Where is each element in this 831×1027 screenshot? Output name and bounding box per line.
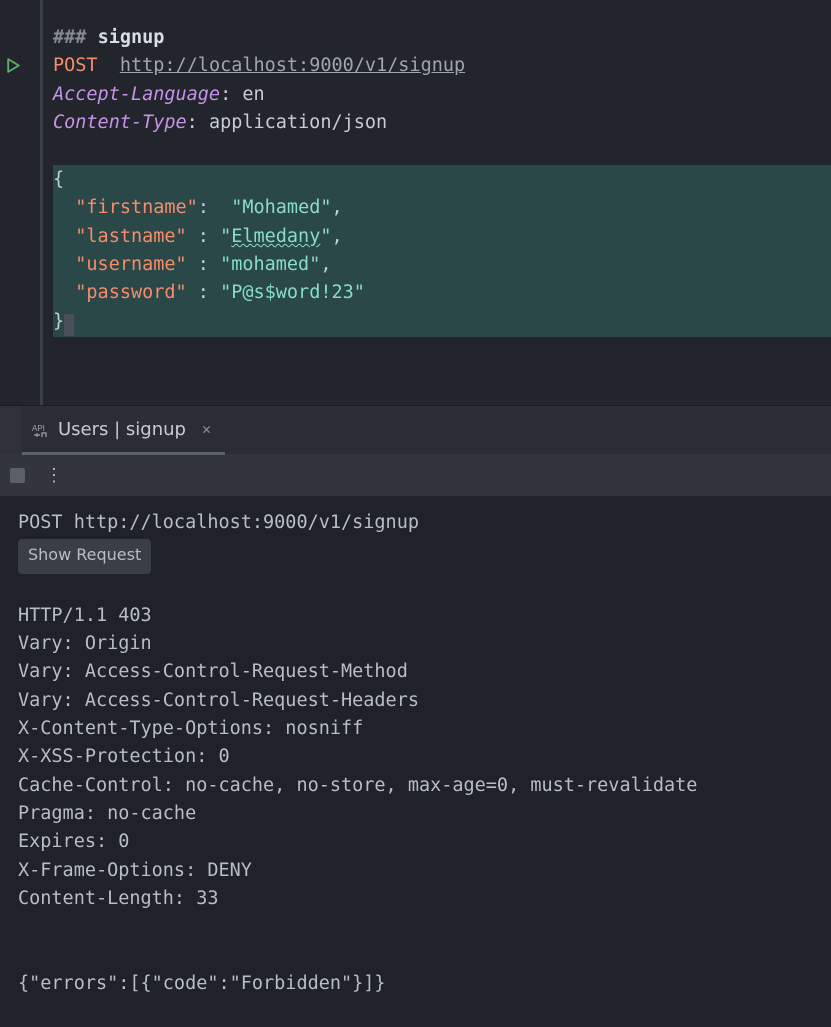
http-editor-pane: ### signup POST http://localhost:9000/v1…: [0, 0, 831, 405]
svg-text:API: API: [32, 424, 45, 433]
editor-gutter: [0, 0, 40, 405]
json-key: "password": [75, 282, 186, 303]
json-key: "lastname": [75, 226, 186, 247]
text-cursor: [64, 314, 74, 336]
section-marker: ###: [53, 27, 86, 48]
header-name: Content-Type: [53, 112, 187, 133]
request-line: POST http://localhost:9000/v1/signup: [53, 52, 831, 80]
response-line: X-Frame-Options: DENY: [18, 857, 813, 885]
brace-close: }: [53, 311, 64, 332]
response-pane[interactable]: POST http://localhost:9000/v1/signup Sho…: [0, 496, 831, 1027]
response-line: Content-Length: 33: [18, 885, 813, 913]
request-echo: POST http://localhost:9000/v1/signup: [18, 509, 813, 537]
header-name: Accept-Language: [53, 84, 220, 105]
json-value: P@s$word!23: [231, 282, 354, 303]
run-request-icon[interactable]: [5, 57, 22, 74]
response-line: HTTP/1.1 403: [18, 602, 813, 630]
close-icon[interactable]: ✕: [196, 420, 211, 438]
response-toolbar: ⋮: [0, 454, 831, 496]
response-tabbar: API Users | signup ✕: [0, 405, 831, 454]
http-editor[interactable]: ### signup POST http://localhost:9000/v1…: [40, 0, 831, 405]
response-line: Vary: Origin: [18, 630, 813, 658]
section-line: ### signup: [53, 24, 831, 52]
section-name: signup: [98, 27, 165, 48]
response-body: {"errors":[{"code":"Forbidden"}]}: [18, 970, 813, 998]
tab-users-signup[interactable]: API Users | signup ✕: [22, 406, 225, 455]
stop-icon[interactable]: [10, 468, 25, 483]
brace-open: {: [53, 169, 64, 190]
json-value: mohamed: [231, 254, 309, 275]
response-line: Expires: 0: [18, 828, 813, 856]
header-value: en: [242, 84, 264, 105]
tab-label: Users | signup: [58, 419, 186, 440]
request-url: http://localhost:9000/v1/signup: [120, 55, 465, 76]
header-line: Content-Type: application/json: [53, 109, 831, 137]
header-line: Accept-Language: en: [53, 81, 831, 109]
tabbar-lead: [0, 406, 22, 454]
header-value: application/json: [209, 112, 387, 133]
more-actions-icon[interactable]: ⋮: [45, 465, 57, 486]
json-key: "username": [75, 254, 186, 275]
http-method: POST: [53, 55, 98, 76]
response-line: Pragma: no-cache: [18, 800, 813, 828]
response-line: Cache-Control: no-cache, no-store, max-a…: [18, 772, 813, 800]
response-line: Vary: Access-Control-Request-Method: [18, 658, 813, 686]
json-value: Mohamed: [242, 197, 320, 218]
show-request-button[interactable]: Show Request: [18, 539, 151, 573]
response-line: X-Content-Type-Options: nosniff: [18, 715, 813, 743]
json-value: Elmedany: [231, 226, 320, 247]
json-key: "firstname": [75, 197, 198, 218]
api-icon: API: [32, 422, 48, 436]
request-body-block: { "firstname": "Mohamed", "lastname" : "…: [53, 165, 831, 337]
response-line: X-XSS-Protection: 0: [18, 743, 813, 771]
response-line: Vary: Access-Control-Request-Headers: [18, 687, 813, 715]
